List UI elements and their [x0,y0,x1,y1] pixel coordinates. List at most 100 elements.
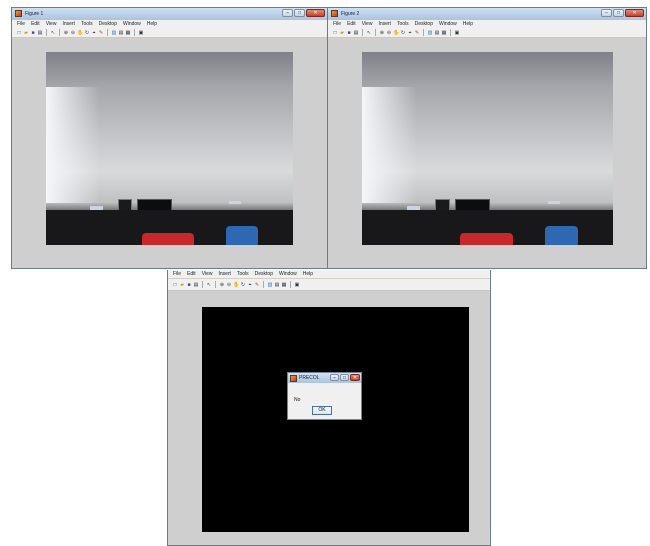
pointer-icon[interactable]: ↖ [50,30,56,36]
zoom-in-icon[interactable]: ⊕ [379,30,385,36]
zoom-out-icon[interactable]: ⊖ [226,282,232,288]
webcam-image [46,52,293,245]
brush-icon[interactable]: ✎ [98,30,104,36]
menu-insert[interactable]: Insert [62,20,75,28]
open-folder-icon[interactable]: ▰ [339,30,345,36]
print-icon[interactable]: ▤ [353,30,359,36]
new-file-icon[interactable]: □ [172,282,178,288]
save-icon[interactable]: ■ [30,30,36,36]
menu-edit[interactable]: Edit [347,20,356,28]
menu-window[interactable]: Window [439,20,457,28]
menu-window[interactable]: Window [123,20,141,28]
zoom-out-icon[interactable]: ⊖ [70,30,76,36]
open-folder-icon[interactable]: ▰ [23,30,29,36]
close-button[interactable]: ✕ [625,9,644,17]
menu-tools[interactable]: Tools [81,20,93,28]
webcam-image [362,52,613,245]
legend-icon[interactable]: ▤ [434,30,440,36]
minimize-button[interactable]: – [601,9,612,17]
pan-icon[interactable]: ✋ [393,30,399,36]
dialog-message: No [294,397,301,403]
menu-view[interactable]: View [46,20,57,28]
hide-tools-icon[interactable]: ▦ [441,30,447,36]
colorbar-icon[interactable]: ▥ [427,30,433,36]
dialog-title-bar[interactable]: PRECOL – □ ✕ [288,373,361,383]
menu-tools[interactable]: Tools [397,20,409,28]
menu-help[interactable]: Help [463,20,473,28]
toolbar-separator [362,29,363,36]
close-button[interactable]: ✕ [350,374,360,381]
toolbar-separator [59,29,60,36]
toolbar-separator [134,29,135,36]
menu-desktop[interactable]: Desktop [255,270,273,278]
pan-icon[interactable]: ✋ [77,30,83,36]
pointer-icon[interactable]: ↖ [206,282,212,288]
minimize-button[interactable]: – [282,9,293,17]
toolbar-separator [215,281,216,288]
save-icon[interactable]: ■ [186,282,192,288]
menu-desktop[interactable]: Desktop [99,20,117,28]
menu-desktop[interactable]: Desktop [415,20,433,28]
menu-window[interactable]: Window [279,270,297,278]
colorbar-icon[interactable]: ▥ [111,30,117,36]
menu-edit[interactable]: Edit [187,270,196,278]
menu-bar: File Edit View Insert Tools Desktop Wind… [168,270,490,278]
rotate-icon[interactable]: ↻ [240,282,246,288]
pan-icon[interactable]: ✋ [233,282,239,288]
figure-canvas [328,39,646,268]
minimize-button[interactable]: – [330,374,339,381]
data-cursor-icon[interactable]: ⌖ [407,30,413,36]
dialog-title: PRECOL [299,375,320,381]
maximize-button[interactable]: □ [340,374,349,381]
menu-insert[interactable]: Insert [378,20,391,28]
data-cursor-icon[interactable]: ⌖ [91,30,97,36]
matlab-app-icon [331,10,338,17]
hide-tools-icon[interactable]: ▦ [281,282,287,288]
maximize-button[interactable]: □ [613,9,624,17]
toolbar-separator [450,29,451,36]
zoom-in-icon[interactable]: ⊕ [219,282,225,288]
menu-file[interactable]: File [333,20,341,28]
matlab-app-icon [290,375,297,382]
menu-file[interactable]: File [173,270,181,278]
pointer-icon[interactable]: ↖ [366,30,372,36]
data-cursor-icon[interactable]: ⌖ [247,282,253,288]
toolbar-separator [263,281,264,288]
hide-tools-icon[interactable]: ▦ [125,30,131,36]
window-2-title-bar[interactable]: Figure 2 – □ ✕ [328,8,646,20]
menu-file[interactable]: File [17,20,25,28]
print-icon[interactable]: ▤ [193,282,199,288]
print-icon[interactable]: ▤ [37,30,43,36]
legend-icon[interactable]: ▤ [274,282,280,288]
menu-view[interactable]: View [362,20,373,28]
menu-view[interactable]: View [202,270,213,278]
rotate-icon[interactable]: ↻ [400,30,406,36]
menu-edit[interactable]: Edit [31,20,40,28]
brush-icon[interactable]: ✎ [414,30,420,36]
menu-insert[interactable]: Insert [218,270,231,278]
zoom-in-icon[interactable]: ⊕ [63,30,69,36]
legend-icon[interactable]: ▤ [118,30,124,36]
message-dialog: PRECOL – □ ✕ No OK [287,372,362,420]
show-tools-icon[interactable]: ▣ [138,30,144,36]
show-tools-icon[interactable]: ▣ [454,30,460,36]
ok-button[interactable]: OK [312,406,332,415]
zoom-out-icon[interactable]: ⊖ [386,30,392,36]
colorbar-icon[interactable]: ▥ [267,282,273,288]
menu-tools[interactable]: Tools [237,270,249,278]
new-file-icon[interactable]: □ [16,30,22,36]
window-1-title-bar[interactable]: Figure 1 – □ ✕ [12,8,327,20]
menu-bar: File Edit View Insert Tools Desktop Wind… [328,20,646,28]
rotate-icon[interactable]: ↻ [84,30,90,36]
brush-icon[interactable]: ✎ [254,282,260,288]
menu-help[interactable]: Help [303,270,313,278]
open-folder-icon[interactable]: ▰ [179,282,185,288]
toolbar-separator [46,29,47,36]
show-tools-icon[interactable]: ▣ [294,282,300,288]
new-file-icon[interactable]: □ [332,30,338,36]
save-icon[interactable]: ■ [346,30,352,36]
maximize-button[interactable]: □ [294,9,305,17]
toolbar-separator [202,281,203,288]
close-button[interactable]: ✕ [306,9,325,17]
menu-help[interactable]: Help [147,20,157,28]
